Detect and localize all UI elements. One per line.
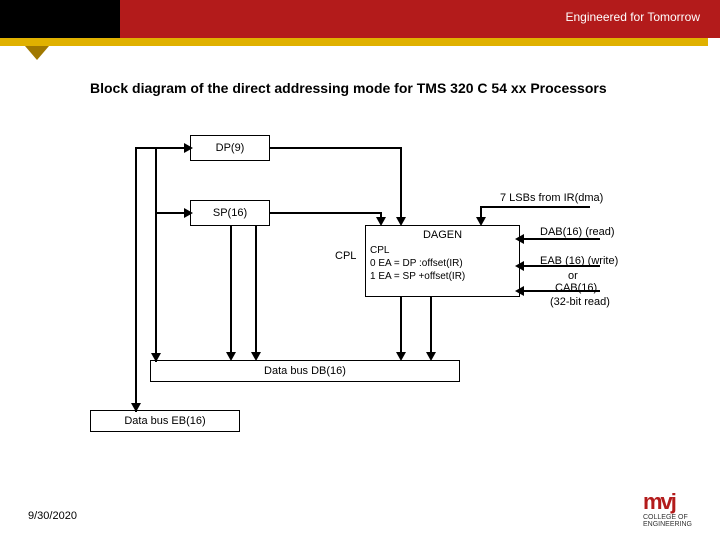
dagen-title: DAGEN	[370, 228, 515, 242]
label-cab: CAB(16)	[555, 282, 597, 294]
dp-register-box: DP(9)	[190, 135, 270, 161]
arrow-mid-down	[251, 352, 261, 361]
arrow-sp-to-dagen	[376, 217, 386, 226]
line-dab	[520, 238, 600, 240]
arrow-dagen-db-2	[426, 352, 436, 361]
line-dp-out-v	[400, 147, 402, 219]
label-cpl: CPL	[335, 250, 356, 262]
label-or: or	[568, 270, 578, 282]
slide-title: Block diagram of the direct addressing m…	[90, 80, 607, 96]
header-accent-black	[0, 0, 120, 38]
arrow-eab	[515, 261, 524, 271]
arrow-cab	[515, 286, 524, 296]
dagen-box: DAGEN CPL 0 EA = DP :offset(IR) 1 EA = S…	[365, 225, 520, 297]
dagen-eq-1: 1 EA = SP +offset(IR)	[370, 270, 515, 283]
arrow-into-dp	[184, 143, 193, 153]
footer-logo: mvj COLLEGE OF ENGINEERING	[643, 489, 692, 528]
footer-date: 9/30/2020	[28, 510, 77, 522]
arrow-dp-to-dagen	[396, 217, 406, 226]
dagen-cpl-label: CPL	[370, 244, 515, 257]
arrow-dagen-db-1	[396, 352, 406, 361]
line-sp-out-h	[270, 212, 380, 214]
sp-register-box: SP(16)	[190, 200, 270, 226]
label-cab2: (32-bit read)	[550, 296, 610, 308]
line-dp-out-h	[270, 147, 400, 149]
logo-text: mvj	[643, 489, 675, 514]
accent-notch	[25, 46, 49, 60]
arrow-dab	[515, 234, 524, 244]
line-sp-down	[230, 226, 232, 356]
line-dagen-to-db-2	[430, 297, 432, 355]
logo-sub2: ENGINEERING	[643, 522, 692, 528]
dagen-eq-0: 0 EA = DP :offset(IR)	[370, 257, 515, 270]
arrow-into-sp	[184, 208, 193, 218]
accent-bar	[0, 38, 708, 46]
data-bus-db-box: Data bus DB(16)	[150, 360, 460, 382]
label-dab: DAB(16) (read)	[540, 226, 615, 238]
data-bus-eb-box: Data bus EB(16)	[90, 410, 240, 432]
arrow-rail-to-eb	[131, 403, 141, 412]
arrow-rail-to-db-1	[151, 353, 161, 362]
arrow-sp-down	[226, 352, 236, 361]
line-lsbs	[480, 206, 590, 208]
line-dagen-to-db-1	[400, 297, 402, 355]
rail-outer	[135, 147, 137, 412]
rail-inner	[155, 147, 157, 362]
label-eab: EAB (16) (write)	[540, 255, 618, 267]
header-tagline: Engineered for Tomorrow	[565, 10, 700, 24]
line-dp-in-top	[135, 147, 190, 149]
line-mid-down	[255, 226, 257, 356]
arrow-lsbs	[476, 217, 486, 226]
block-diagram: DP(9) SP(16) DAGEN CPL 0 EA = DP :offset…	[70, 120, 650, 470]
label-lsbs: 7 LSBs from IR(dma)	[500, 192, 603, 204]
